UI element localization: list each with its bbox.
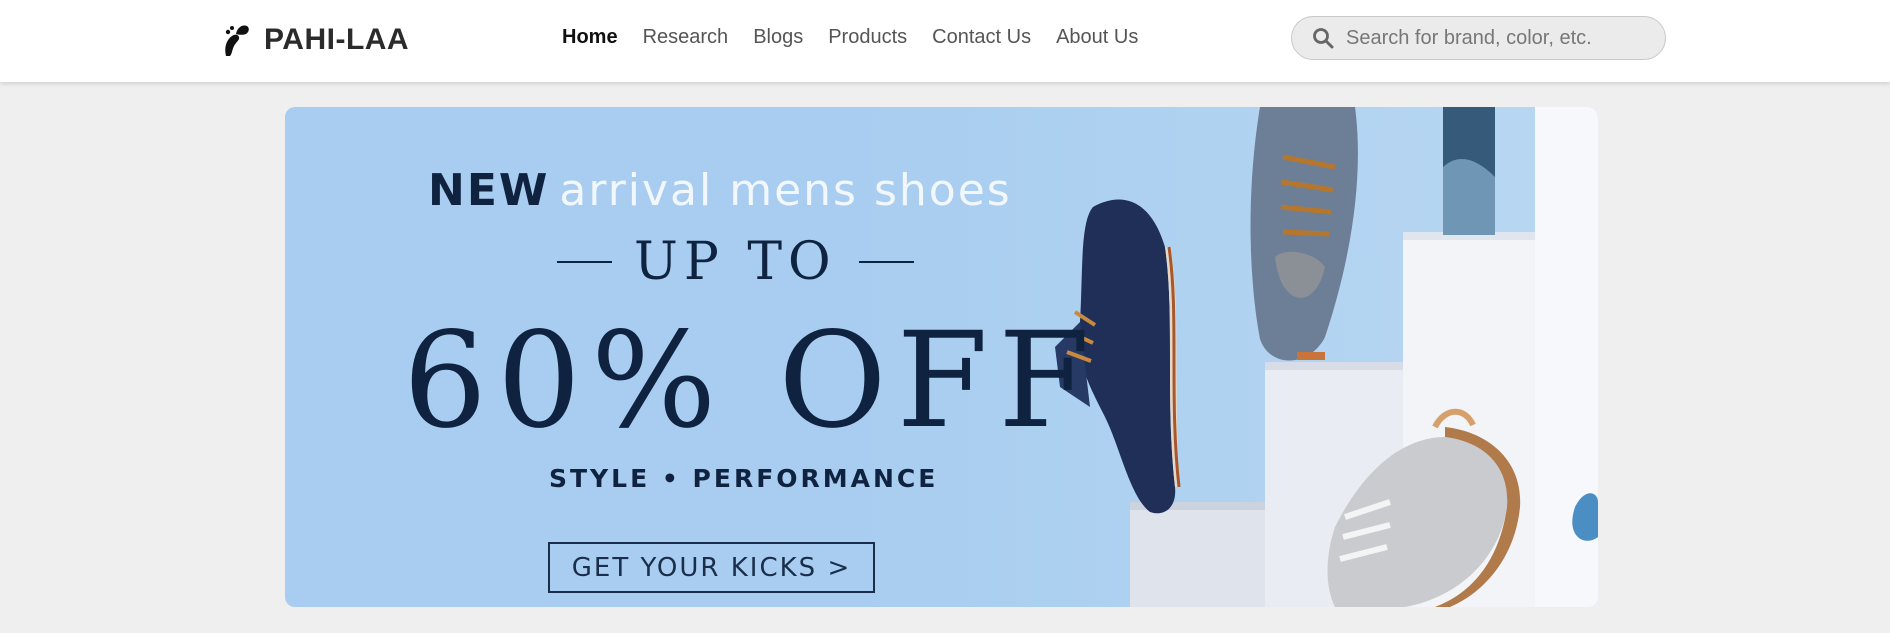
search-input[interactable] — [1346, 26, 1656, 50]
upto-text: UP TO — [634, 232, 837, 292]
footprint-logo-icon — [225, 25, 249, 56]
banner-discount: 60% OFF — [403, 304, 1100, 458]
site-header: PAHI-LAA Home Research Blogs Products Co… — [0, 0, 1890, 82]
nav-blogs[interactable]: Blogs — [753, 26, 803, 49]
brand-name: PAHI-LAA — [264, 23, 410, 56]
banner-tagline: STYLE • PERFORMANCE — [549, 464, 939, 493]
headline-new: NEW — [428, 165, 550, 216]
banner-headline: NEW arrival mens shoes — [428, 165, 1012, 216]
banner-upto: UP TO — [535, 232, 936, 292]
banner-copy: NEW arrival mens shoes UP TO 60% OFF STYL… — [285, 107, 1090, 607]
search-icon — [1313, 28, 1334, 49]
nav-contact-us[interactable]: Contact Us — [932, 26, 1031, 49]
headline-rest: arrival mens shoes — [559, 165, 1012, 216]
get-your-kicks-button[interactable]: GET YOUR KICKS > — [548, 542, 875, 593]
main-nav: Home Research Blogs Products Contact Us … — [562, 26, 1163, 49]
nav-research[interactable]: Research — [643, 26, 729, 49]
nav-home[interactable]: Home — [562, 26, 618, 49]
search-box[interactable] — [1291, 16, 1666, 60]
promo-banner[interactable]: NEW arrival mens shoes UP TO 60% OFF STYL… — [285, 107, 1598, 607]
brand[interactable]: PAHI-LAA — [220, 20, 409, 60]
divider-left — [557, 261, 612, 263]
divider-right — [858, 261, 914, 263]
nav-about-us[interactable]: About Us — [1056, 26, 1138, 49]
nav-products[interactable]: Products — [828, 26, 907, 49]
